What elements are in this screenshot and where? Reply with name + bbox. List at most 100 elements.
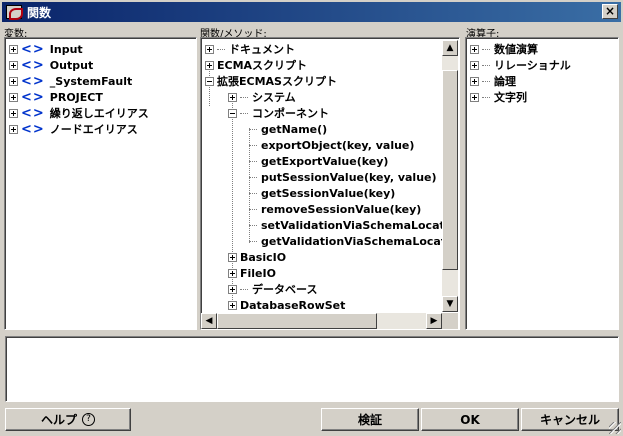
- tree-connector: [249, 240, 257, 242]
- tree-node-fileio[interactable]: FileIO: [228, 265, 276, 281]
- expand-icon[interactable]: [228, 284, 237, 294]
- expand-icon[interactable]: [470, 92, 479, 102]
- variable-icon: <>: [21, 121, 45, 137]
- node-label: getValidationViaSchemaLocatio: [261, 234, 458, 248]
- method-removesessionvalue[interactable]: removeSessionValue(key): [249, 201, 421, 217]
- expression-input[interactable]: [5, 336, 619, 402]
- node-label: Output: [49, 58, 94, 72]
- variables-tree[interactable]: <> Input <> Output <> _SystemFault <> PR…: [4, 37, 197, 330]
- expand-icon[interactable]: [228, 300, 237, 310]
- tree-connector: [240, 112, 248, 114]
- method-putsessionvalue[interactable]: putSessionValue(key, value): [249, 169, 437, 185]
- expand-icon[interactable]: [205, 60, 214, 70]
- tree-node-string[interactable]: 文字列: [470, 89, 527, 105]
- tree-connector: [240, 96, 248, 98]
- expand-icon[interactable]: [9, 124, 18, 134]
- scroll-thumb[interactable]: [442, 70, 458, 270]
- node-label: 論理: [494, 75, 516, 88]
- tree-node-basicio[interactable]: BasicIO: [228, 249, 286, 265]
- help-icon: ?: [82, 413, 95, 426]
- method-setvalidation[interactable]: setValidationViaSchemaLocatio: [249, 217, 456, 233]
- tree-node-numeric[interactable]: 数値演算: [470, 41, 538, 57]
- node-label: getName(): [261, 122, 328, 136]
- node-label: ノードエイリアス: [49, 123, 138, 136]
- tree-connector: [240, 288, 248, 290]
- node-label: システム: [252, 91, 296, 104]
- tree-node-node-alias[interactable]: <> ノードエイリアス: [9, 121, 138, 137]
- tree-node-systemfault[interactable]: <> _SystemFault: [9, 73, 132, 89]
- node-label: DatabaseRowSet: [240, 298, 346, 312]
- collapse-icon[interactable]: [228, 108, 237, 118]
- tree-node-database[interactable]: データベース: [228, 281, 317, 297]
- expand-icon[interactable]: [205, 44, 214, 54]
- expand-icon[interactable]: [9, 60, 18, 70]
- collapse-icon[interactable]: [205, 76, 214, 86]
- expand-icon[interactable]: [228, 268, 237, 278]
- scroll-down-button[interactable]: ▼: [442, 296, 458, 312]
- tree-node-relational[interactable]: リレーショナル: [470, 57, 571, 73]
- method-getsessionvalue[interactable]: getSessionValue(key): [249, 185, 395, 201]
- expand-icon[interactable]: [470, 44, 479, 54]
- title-bar[interactable]: 関数 ×: [2, 2, 621, 22]
- node-label: putSessionValue(key, value): [261, 170, 437, 184]
- tree-node-project[interactable]: <> PROJECT: [9, 89, 103, 105]
- hscroll-thumb[interactable]: [217, 313, 377, 329]
- node-label: removeSessionValue(key): [261, 202, 422, 216]
- node-label: _SystemFault: [49, 74, 133, 88]
- tree-connector: [482, 64, 490, 66]
- node-label: コンポーネント: [252, 107, 329, 120]
- variable-icon: <>: [21, 57, 45, 73]
- expand-icon[interactable]: [9, 76, 18, 86]
- method-exportobject[interactable]: exportObject(key, value): [249, 137, 414, 153]
- scroll-left-button[interactable]: ◀: [201, 313, 217, 329]
- tree-node-logical[interactable]: 論理: [470, 73, 516, 89]
- help-button-label: ヘルプ: [40, 413, 77, 427]
- resize-grip[interactable]: [609, 422, 621, 434]
- tree-connector: [482, 48, 490, 50]
- tree-connector: [249, 224, 257, 226]
- tree-node-ecmascript[interactable]: ECMAスクリプト: [205, 57, 307, 73]
- tree-connector: [249, 128, 257, 130]
- method-getname[interactable]: getName(): [249, 121, 327, 137]
- tree-connector: [249, 160, 257, 162]
- tree-node-extended-ecmascript[interactable]: 拡張ECMASスクリプト: [205, 73, 337, 89]
- tree-node-repeat-alias[interactable]: <> 繰り返しエイリアス: [9, 105, 149, 121]
- scroll-right-button[interactable]: ▶: [426, 313, 442, 329]
- functions-tree[interactable]: ドキュメント ECMAスクリプト 拡張ECMASスクリプト システム コンポーネ…: [200, 37, 460, 330]
- scroll-up-button[interactable]: ▲: [442, 40, 458, 56]
- tree-connector: [249, 176, 257, 178]
- expand-icon[interactable]: [9, 44, 18, 54]
- node-label: ECMAスクリプト: [217, 59, 308, 72]
- tree-node-document[interactable]: ドキュメント: [205, 41, 295, 57]
- tree-node-databaserowset[interactable]: DatabaseRowSet: [228, 297, 345, 313]
- node-label: PROJECT: [49, 90, 103, 104]
- method-getvalidation[interactable]: getValidationViaSchemaLocatio: [249, 233, 457, 249]
- node-label: ドキュメント: [229, 43, 295, 56]
- operators-tree[interactable]: 数値演算 リレーショナル 論理 文字列: [465, 37, 619, 330]
- expand-icon[interactable]: [470, 76, 479, 86]
- node-label: getSessionValue(key): [261, 186, 396, 200]
- tree-node-output[interactable]: <> Output: [9, 57, 93, 73]
- help-button[interactable]: ヘルプ ?: [5, 408, 131, 431]
- cancel-button[interactable]: キャンセル: [521, 408, 619, 431]
- variable-icon: <>: [21, 105, 45, 121]
- close-button[interactable]: ×: [602, 4, 618, 19]
- tree-connector: [249, 144, 257, 146]
- expand-icon[interactable]: [9, 108, 18, 118]
- node-label: リレーショナル: [494, 59, 571, 72]
- tree-connector: [482, 80, 490, 82]
- vertical-scrollbar[interactable]: ▲ ▼: [442, 40, 458, 312]
- method-getexportvalue[interactable]: getExportValue(key): [249, 153, 388, 169]
- tree-node-system[interactable]: システム: [228, 89, 296, 105]
- tree-node-component[interactable]: コンポーネント: [228, 105, 329, 121]
- tree-node-input[interactable]: <> Input: [9, 41, 83, 57]
- expand-icon[interactable]: [9, 92, 18, 102]
- scroll-corner: [442, 313, 458, 329]
- horizontal-scrollbar[interactable]: ◀ ▶: [201, 313, 442, 329]
- verify-button[interactable]: 検証: [321, 408, 419, 431]
- expand-icon[interactable]: [228, 92, 237, 102]
- expand-icon[interactable]: [228, 252, 237, 262]
- expand-icon[interactable]: [470, 60, 479, 70]
- ok-button[interactable]: OK: [421, 408, 519, 431]
- variable-icon: <>: [21, 89, 45, 105]
